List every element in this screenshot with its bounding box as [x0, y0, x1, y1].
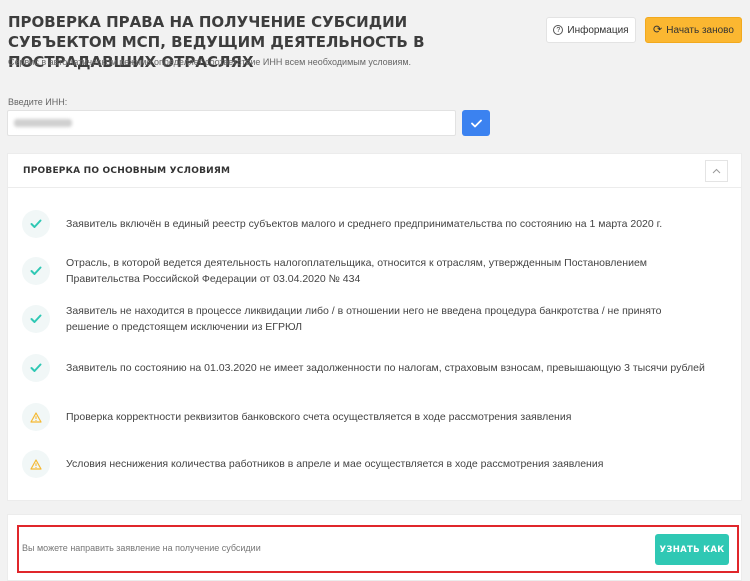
condition-text: Отрасль, в которой ведется деятельность … — [66, 257, 647, 285]
conditions-title: ПРОВЕРКА ПО ОСНОВНЫМ УСЛОВИЯМ — [23, 166, 231, 176]
condition-item: Отрасль, в которой ведется деятельность … — [22, 255, 706, 287]
info-button[interactable]: ? Информация — [546, 17, 636, 43]
condition-item: Заявитель включён в единый реестр субъек… — [22, 210, 706, 238]
page-subtitle: Сервис в автоматическом режиме определяе… — [8, 57, 412, 67]
collapse-button[interactable] — [705, 160, 728, 182]
condition-item: Условия неснижения количества работников… — [22, 450, 706, 478]
learn-how-button[interactable]: УЗНАТЬ КАК — [655, 534, 729, 565]
condition-text: Условия неснижения количества работников… — [66, 458, 604, 470]
check-icon — [22, 257, 50, 285]
question-icon: ? — [553, 25, 564, 35]
warning-icon — [22, 403, 50, 431]
condition-text: Проверка корректности реквизитов банковс… — [66, 411, 572, 423]
check-icon — [22, 354, 50, 382]
check-inn-button[interactable] — [462, 110, 490, 136]
check-icon — [22, 210, 50, 238]
inn-label: Введите ИНН: — [8, 97, 68, 107]
condition-item: Заявитель не находится в процессе ликвид… — [22, 303, 706, 335]
condition-item: Проверка корректности реквизитов банковс… — [22, 403, 706, 431]
condition-item: Заявитель по состоянию на 01.03.2020 не … — [22, 354, 706, 382]
info-button-label: Информация — [567, 24, 629, 36]
condition-text: Заявитель по состоянию на 01.03.2020 не … — [66, 362, 705, 374]
condition-text: Заявитель включён в единый реестр субъек… — [66, 218, 663, 230]
condition-text: Заявитель не находится в процессе ликвид… — [66, 305, 662, 333]
inn-input[interactable] — [7, 110, 456, 136]
restart-button[interactable]: ⟳ Начать заново — [645, 17, 742, 43]
footer-text: Вы можете направить заявление на получен… — [22, 543, 261, 553]
inn-value-blurred — [14, 119, 72, 127]
restart-button-label: Начать заново — [666, 24, 734, 36]
check-icon — [22, 305, 50, 333]
chevron-up-icon — [712, 168, 721, 174]
checkmark-icon — [470, 119, 482, 127]
warning-icon — [22, 450, 50, 478]
conditions-card-header: ПРОВЕРКА ПО ОСНОВНЫМ УСЛОВИЯМ — [8, 154, 741, 188]
refresh-icon: ⟳ — [653, 23, 663, 36]
